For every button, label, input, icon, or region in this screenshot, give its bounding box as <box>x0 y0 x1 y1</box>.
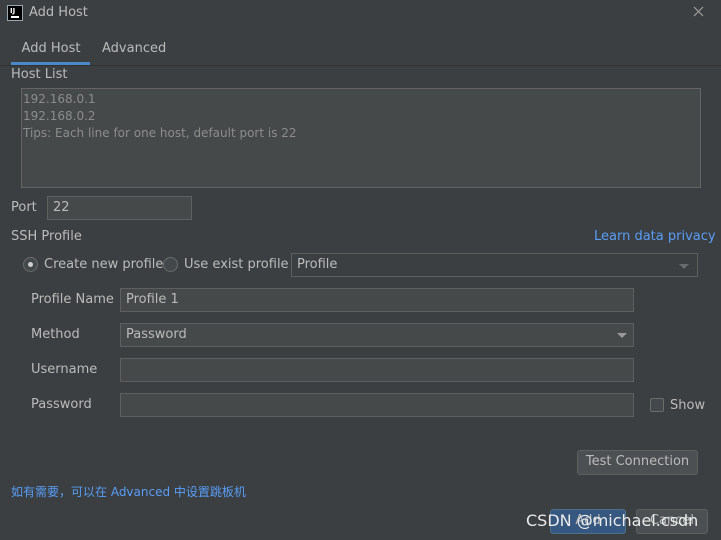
learn-privacy-link[interactable]: Learn data privacy <box>594 229 716 244</box>
password-label: Password <box>31 397 92 412</box>
watermark: CSDN @michael.csdn <box>526 511 699 530</box>
ssh-profile-label: SSH Profile <box>11 229 82 244</box>
password-input[interactable] <box>120 393 634 417</box>
profile-select[interactable]: Profile <box>291 253 698 277</box>
app-icon: IJ <box>7 5 23 21</box>
jump-host-hint: 如有需要，可以在 Advanced 中设置跳板机 <box>11 485 246 499</box>
host-placeholder-line: Tips: Each line for one host, default po… <box>23 126 297 140</box>
show-password-checkbox[interactable] <box>650 398 664 412</box>
close-icon[interactable] <box>690 3 708 21</box>
host-list-textarea[interactable]: 192.168.0.1 192.168.0.2 Tips: Each line … <box>21 88 701 188</box>
host-placeholder-line: 192.168.0.1 <box>23 92 96 106</box>
method-select-value: Password <box>126 327 187 342</box>
chevron-down-icon <box>617 333 627 338</box>
port-input[interactable]: 22 <box>47 196 192 220</box>
method-label: Method <box>31 327 80 342</box>
chevron-down-icon <box>679 264 689 269</box>
port-label: Port <box>11 200 37 215</box>
username-label: Username <box>31 362 98 377</box>
profile-select-value: Profile <box>297 257 338 272</box>
create-new-profile-label[interactable]: Create new profile <box>44 257 163 272</box>
host-placeholder-line: 192.168.0.2 <box>23 109 96 123</box>
test-connection-button[interactable]: Test Connection <box>577 450 698 475</box>
window-title: Add Host <box>29 5 88 20</box>
use-exist-profile-radio[interactable] <box>163 257 178 272</box>
tab-advanced[interactable]: Advanced <box>102 41 166 65</box>
show-password-label[interactable]: Show <box>670 398 705 413</box>
username-input[interactable] <box>120 358 634 382</box>
use-exist-profile-label[interactable]: Use exist profile <box>184 257 289 272</box>
profile-name-label: Profile Name <box>31 292 114 307</box>
create-new-profile-radio[interactable] <box>23 257 38 272</box>
tab-divider <box>0 65 721 66</box>
profile-name-input[interactable]: Profile 1 <box>120 288 634 312</box>
method-select[interactable]: Password <box>120 323 634 347</box>
host-list-label: Host List <box>11 67 68 82</box>
